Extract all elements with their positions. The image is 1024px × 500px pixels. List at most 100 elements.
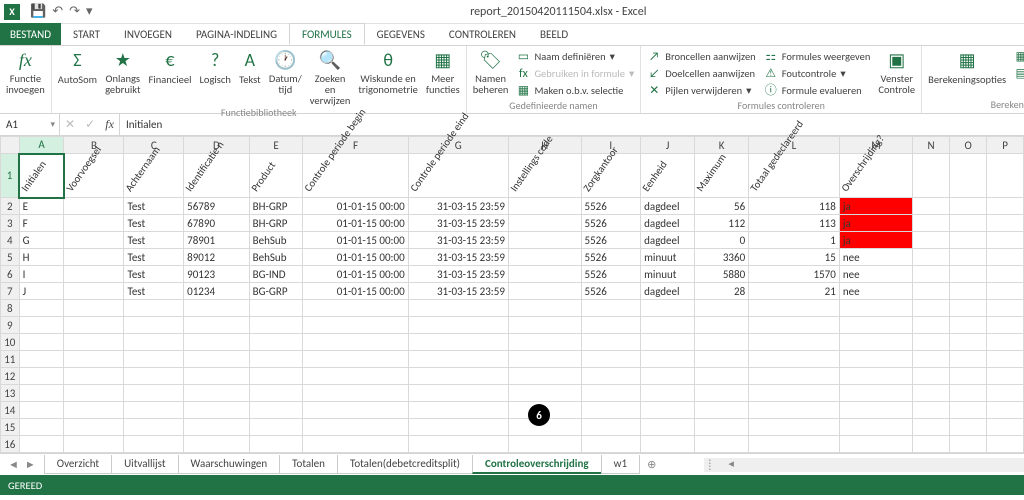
sheet-tab[interactable]: Waarschuwingen (178, 455, 281, 474)
cell[interactable]: dagdeel (641, 198, 695, 215)
cell[interactable]: 01-01-15 00:00 (303, 283, 408, 300)
cell[interactable]: BG-IND (249, 266, 303, 283)
column-header[interactable]: G (408, 137, 508, 154)
cell[interactable] (303, 436, 408, 453)
cell[interactable] (249, 334, 303, 351)
ribbon-tab-start[interactable]: START (61, 23, 112, 45)
cell[interactable]: 112 (695, 215, 749, 232)
cell[interactable]: Test (124, 283, 184, 300)
cell[interactable] (124, 351, 184, 368)
spreadsheet-grid[interactable]: ABCDEFGHIJKLMNOP1InitialenVoorvoegselAch… (0, 136, 1024, 453)
cell[interactable] (19, 334, 64, 351)
lookup-button[interactable]: 🔍Zoeken en verwijzen (310, 49, 351, 106)
cell[interactable]: dagdeel (641, 215, 695, 232)
sheet-tab[interactable]: Uitvallijst (111, 455, 178, 474)
cell[interactable] (695, 368, 749, 385)
cell[interactable] (19, 436, 64, 453)
cell[interactable] (19, 368, 64, 385)
row-header[interactable]: 7 (1, 283, 20, 300)
cell[interactable] (249, 300, 303, 317)
cell[interactable] (987, 368, 1024, 385)
cell[interactable] (124, 385, 184, 402)
cell[interactable]: Eenheid (641, 154, 695, 198)
cell[interactable] (749, 385, 840, 402)
cell[interactable] (839, 317, 912, 334)
cell[interactable] (408, 436, 508, 453)
cell[interactable] (913, 283, 950, 300)
text-button[interactable]: ATekst (239, 49, 261, 86)
cell[interactable] (303, 419, 408, 436)
watch-window-button[interactable]: ▣Venster Controle (878, 49, 915, 95)
cell[interactable]: Instellings code (508, 154, 581, 198)
recent-button[interactable]: ★Onlangs gebruikt (105, 49, 140, 95)
cell[interactable] (695, 317, 749, 334)
cell[interactable]: 67890 (184, 215, 249, 232)
cell[interactable] (641, 351, 695, 368)
cell[interactable] (950, 283, 987, 300)
cell[interactable] (641, 300, 695, 317)
cell[interactable] (950, 317, 987, 334)
cell[interactable] (749, 436, 840, 453)
cell[interactable]: Controle periode eind (408, 154, 508, 198)
prev-sheet-icon[interactable]: ◄ (8, 458, 19, 471)
more-functions-button[interactable]: ▦Meer functies (426, 49, 460, 95)
cell[interactable] (695, 402, 749, 419)
row-header[interactable]: 4 (1, 232, 20, 249)
cell[interactable]: 78901 (184, 232, 249, 249)
cell[interactable] (184, 300, 249, 317)
cell[interactable] (508, 215, 581, 232)
cell[interactable] (408, 419, 508, 436)
cell[interactable] (19, 300, 64, 317)
cell[interactable]: Voorvoegsel (64, 154, 124, 198)
define-name-button[interactable]: ▭Naam definiëren ▾ (516, 49, 634, 65)
cell[interactable] (913, 436, 950, 453)
cell[interactable] (184, 436, 249, 453)
cell[interactable] (184, 419, 249, 436)
cell[interactable] (303, 385, 408, 402)
cell[interactable] (408, 402, 508, 419)
cell[interactable] (508, 385, 581, 402)
redo-icon[interactable]: ↷ (69, 4, 80, 19)
ribbon-tab-beeld[interactable]: BEELD (528, 23, 580, 45)
cell[interactable]: 01-01-15 00:00 (303, 232, 408, 249)
cell[interactable]: Test (124, 249, 184, 266)
column-header[interactable]: E (249, 137, 303, 154)
cell[interactable] (987, 154, 1024, 198)
cell[interactable]: 01-01-15 00:00 (303, 198, 408, 215)
cell[interactable] (124, 419, 184, 436)
ribbon-tab-pagina-indeling[interactable]: PAGINA-INDELING (184, 23, 289, 45)
cell[interactable] (64, 334, 124, 351)
cell[interactable] (987, 198, 1024, 215)
cell[interactable] (408, 300, 508, 317)
cell[interactable]: 31-03-15 23:59 (408, 198, 508, 215)
cell[interactable] (749, 300, 840, 317)
cell[interactable] (695, 351, 749, 368)
cell[interactable]: Identificatie n (184, 154, 249, 198)
cell[interactable]: BH-GRP (249, 198, 303, 215)
calculation-options-button[interactable]: ▦Berekeningsopties (928, 49, 1006, 86)
row-header[interactable]: 14 (1, 402, 20, 419)
cell[interactable] (950, 351, 987, 368)
cell[interactable] (749, 334, 840, 351)
cell[interactable]: dagdeel (641, 232, 695, 249)
cell[interactable] (641, 368, 695, 385)
cell[interactable] (839, 436, 912, 453)
cell[interactable] (641, 436, 695, 453)
cell[interactable] (641, 334, 695, 351)
cell[interactable] (913, 198, 950, 215)
cell[interactable] (950, 232, 987, 249)
cell[interactable]: 01-01-15 00:00 (303, 249, 408, 266)
cell[interactable] (64, 402, 124, 419)
cell[interactable]: 28 (695, 283, 749, 300)
cell[interactable]: minuut (641, 266, 695, 283)
cell[interactable]: 5880 (695, 266, 749, 283)
cell[interactable] (581, 334, 641, 351)
save-icon[interactable]: 💾 (30, 4, 46, 19)
cell[interactable] (950, 154, 987, 198)
cell[interactable] (695, 419, 749, 436)
cell[interactable]: 1 (749, 232, 840, 249)
cell[interactable] (64, 198, 124, 215)
cell[interactable] (124, 436, 184, 453)
cell[interactable] (913, 317, 950, 334)
cell[interactable] (184, 317, 249, 334)
